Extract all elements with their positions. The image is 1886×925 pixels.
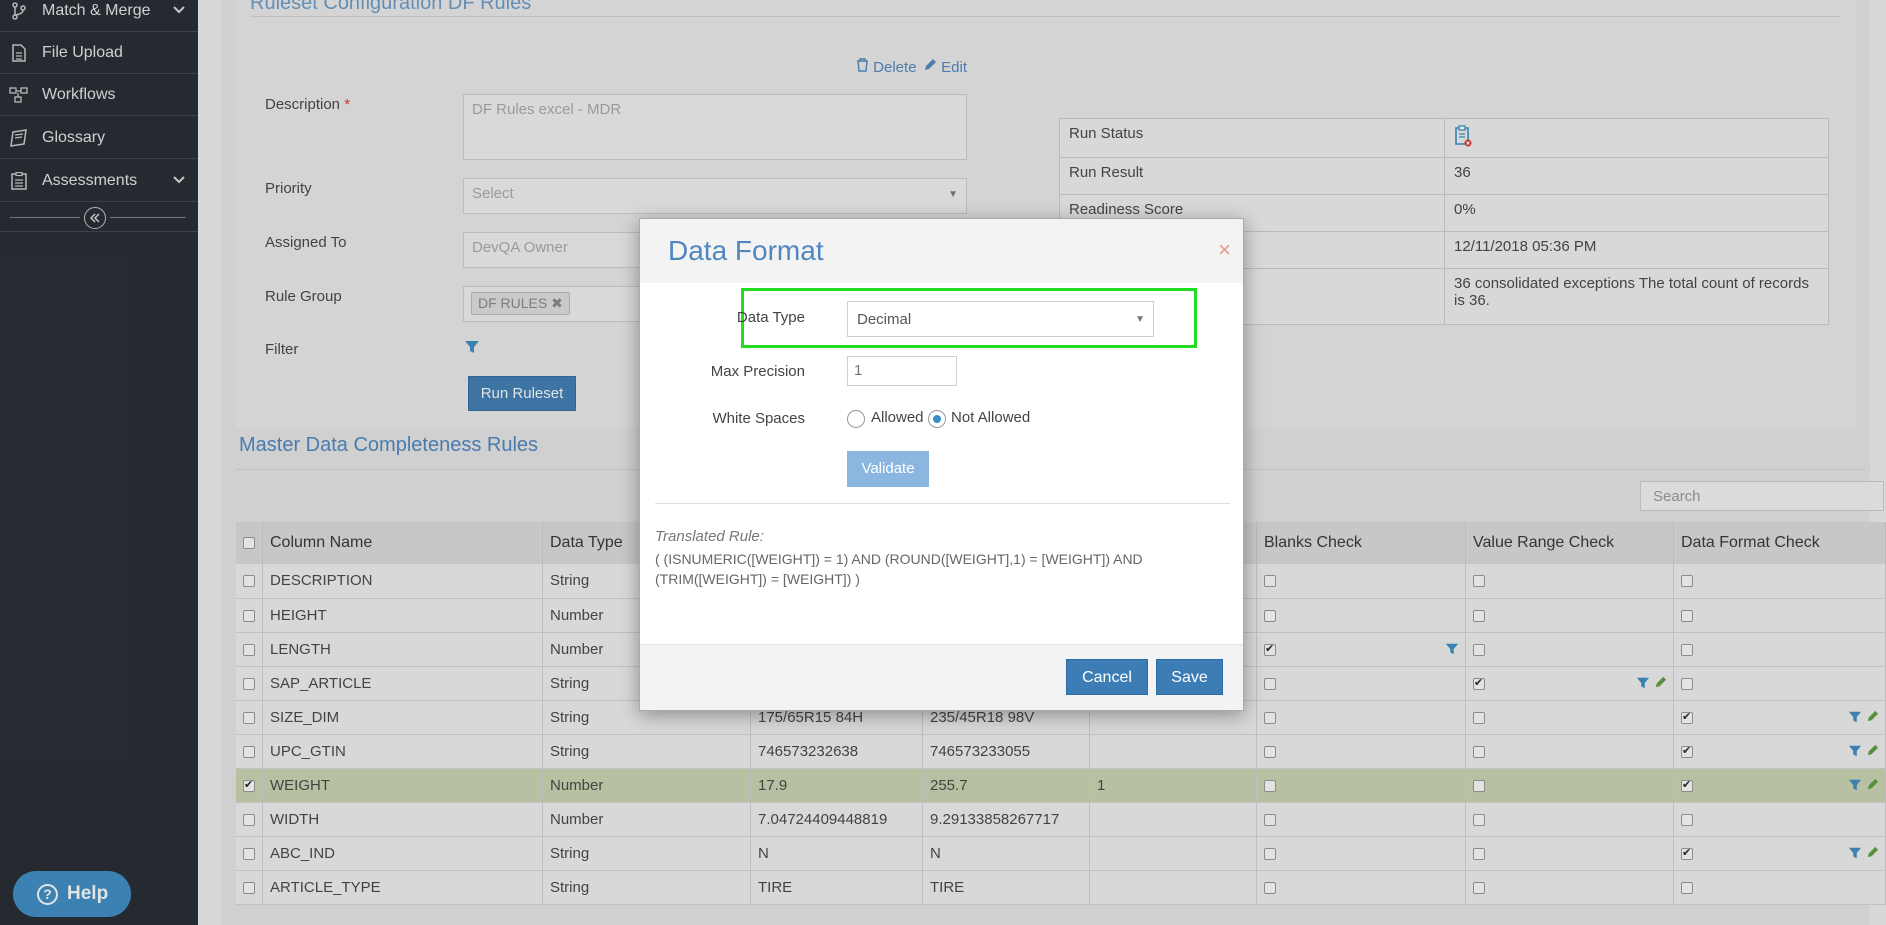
divider — [655, 503, 1230, 504]
modal-header: Data Format × — [640, 219, 1243, 283]
white-spaces-label: White Spaces — [712, 410, 805, 427]
close-icon[interactable]: × — [1218, 237, 1231, 263]
validate-button[interactable]: Validate — [847, 451, 929, 487]
data-format-modal: Data Format × Data Type Decimal ▼ Max Pr… — [639, 218, 1244, 711]
translated-rule-text: ( (ISNUMERIC([WEIGHT]) = 1) AND (ROUND([… — [655, 551, 1143, 587]
max-precision-input[interactable]: 1 — [847, 356, 957, 386]
not-allowed-label: Not Allowed — [951, 409, 1031, 426]
translated-rule-title: Translated Rule: — [655, 528, 764, 545]
allowed-label: Allowed — [871, 409, 924, 426]
save-button[interactable]: Save — [1156, 659, 1223, 695]
caret-down-icon: ▼ — [1135, 314, 1145, 325]
modal-title: Data Format — [668, 235, 824, 266]
data-type-select[interactable]: Decimal ▼ — [847, 301, 1154, 337]
data-type-value: Decimal — [857, 311, 912, 328]
allowed-radio[interactable] — [847, 410, 865, 428]
modal-footer: Cancel Save — [640, 644, 1243, 710]
cancel-button[interactable]: Cancel — [1066, 659, 1148, 695]
max-precision-label: Max Precision — [710, 363, 805, 380]
data-type-label: Data Type — [736, 309, 805, 326]
not-allowed-radio[interactable] — [928, 410, 946, 428]
